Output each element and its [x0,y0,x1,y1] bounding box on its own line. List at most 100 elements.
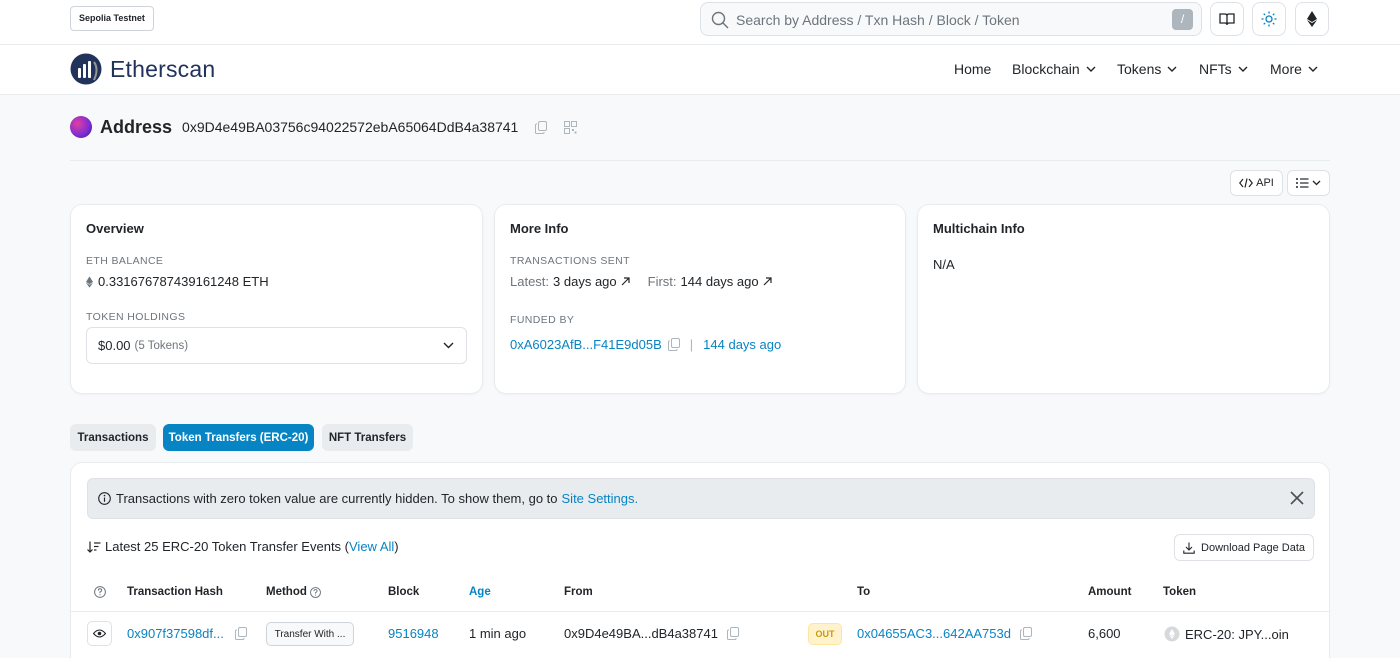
qr-code-button[interactable] [564,120,578,134]
nav-tokens[interactable]: Tokens [1117,61,1177,77]
tab-transactions[interactable]: Transactions [70,424,156,451]
network-switch-button[interactable] [1295,2,1329,36]
nav-blockchain[interactable]: Blockchain [1012,61,1096,77]
events-suffix: ) [394,539,399,554]
theme-toggle-button[interactable] [1252,2,1286,36]
table-header-divider [71,611,1329,612]
tab-token-transfers[interactable]: Token Transfers (ERC-20) [163,424,314,451]
view-options-button[interactable] [1287,170,1330,196]
chevron-down-icon [1312,180,1321,186]
funded-by-address-link[interactable]: 0xA6023AfB...F41E9d05B [510,337,662,352]
transactions-sent-row: Latest: 3 days ago First: 144 days ago [510,274,772,289]
header-from: From [564,586,593,598]
copy-icon[interactable] [234,627,247,640]
list-check-icon [1296,178,1309,188]
etherscan-logo[interactable]: Etherscan [70,53,215,85]
method-pill: Transfer With ... [266,622,354,646]
tab-nft-transfers[interactable]: NFT Transfers [322,424,413,451]
download-page-data-button[interactable]: Download Page Data [1174,534,1314,561]
amount-cell: 6,600 [1088,626,1121,641]
age-cell: 1 min ago [469,626,527,641]
chevron-down-icon [1167,66,1177,72]
first-tx-link[interactable]: 144 days ago [681,274,759,289]
copy-icon [535,120,548,134]
transactions-sent-label: TRANSACTIONS SENT [510,255,630,267]
nav-home-label: Home [954,61,992,77]
more-info-title: More Info [510,221,569,236]
etherscan-logo-icon [70,53,102,85]
header-to: To [857,586,871,598]
network-badge[interactable]: Sepolia Testnet [70,6,154,31]
copy-address-button[interactable] [535,120,548,134]
multichain-title: Multichain Info [933,221,1025,236]
preview-button[interactable] [87,621,112,646]
to-cell: 0x04655AC3...642AA753d [857,626,1032,641]
first-label: First: [647,274,677,289]
nav-more-label: More [1270,61,1302,77]
api-button[interactable]: API [1230,170,1283,196]
direction-badge: OUT [808,623,842,645]
download-icon [1183,542,1195,554]
search-box[interactable]: / [700,2,1202,36]
token-cell: ERC-20: JPY...oin [1164,626,1289,642]
header-transaction-hash: Transaction Hash [127,586,223,598]
api-label: API [1256,177,1274,189]
eye-icon [93,629,106,638]
overview-card: Overview ETH BALANCE 0.33167678743916124… [70,204,483,394]
tx-hash-link[interactable]: 0x907f37598df... [127,626,224,641]
chevron-down-icon [1308,66,1318,72]
block-link[interactable]: 9516948 [388,626,439,641]
code-icon [1239,178,1254,188]
token-holdings-label: TOKEN HOLDINGS [86,311,186,323]
header-divider [70,160,1330,161]
book-button[interactable] [1210,2,1244,36]
arrow-up-right-icon[interactable] [621,277,630,286]
nav-nfts[interactable]: NFTs [1199,61,1248,77]
token-name[interactable]: ERC-20: JPY...oin [1185,627,1289,642]
copy-icon[interactable] [1019,627,1032,640]
funded-by-label: FUNDED BY [510,314,575,326]
copy-icon[interactable] [726,627,739,640]
to-address-link[interactable]: 0x04655AC3...642AA753d [857,626,1011,641]
search-input[interactable] [736,7,1166,33]
more-info-card: More Info TRANSACTIONS SENT Latest: 3 da… [494,204,906,394]
slash-shortcut-key: / [1172,9,1193,30]
nav-blockchain-label: Blockchain [1012,61,1080,77]
token-holdings-dropdown[interactable]: $0.00 (5 Tokens) [86,327,467,364]
brand-name: Etherscan [110,55,216,82]
chevron-down-icon [443,342,454,349]
top-bar: Sepolia Testnet / [0,0,1400,45]
events-summary: Latest 25 ERC-20 Token Transfer Events (… [87,539,399,554]
question-circle-icon[interactable] [309,586,321,598]
eth-balance: 0.331676787439161248 ETH [86,274,269,289]
nav-home[interactable]: Home [954,61,991,77]
latest-tx-link[interactable]: 3 days ago [553,274,617,289]
ethereum-icon [86,275,93,288]
view-all-link[interactable]: View All [349,539,394,554]
multichain-value: N/A [933,257,955,272]
multichain-info-card: Multichain Info N/A [917,204,1330,394]
events-prefix: Latest 25 ERC-20 Token Transfer Events ( [105,539,349,554]
download-label: Download Page Data [1201,541,1305,554]
header-method: Method [266,586,321,598]
arrow-up-right-icon[interactable] [763,277,772,286]
close-icon[interactable] [1290,491,1304,505]
nav-nfts-label: NFTs [1199,61,1232,77]
book-icon [1219,13,1235,26]
site-settings-link[interactable]: Site Settings. [562,491,639,506]
header-method-label: Method [266,586,307,598]
question-circle-icon[interactable] [94,586,106,598]
info-icon [98,492,111,505]
sun-icon [1261,11,1277,27]
from-cell: 0x9D4e49BA...dB4a38741 [564,626,739,641]
funded-age-link[interactable]: 144 days ago [703,337,781,352]
header-age[interactable]: Age [469,586,491,598]
eth-balance-label: ETH BALANCE [86,255,164,267]
copy-icon[interactable] [667,338,680,351]
header-token: Token [1163,586,1197,598]
token-transfers-panel: Transactions with zero token value are c… [70,462,1330,658]
tx-hash-cell: 0x907f37598df... [127,626,247,641]
address-hash: 0x9D4e49BA03756c94022572ebA65064DdB4a387… [182,119,519,135]
nav-more[interactable]: More [1270,61,1318,77]
chevron-down-icon [1238,66,1248,72]
